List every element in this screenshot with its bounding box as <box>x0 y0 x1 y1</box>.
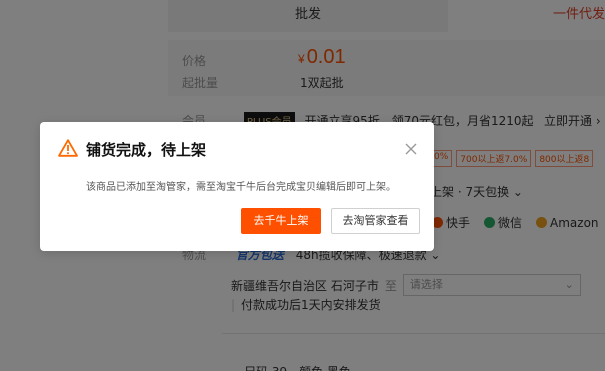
close-icon[interactable] <box>404 142 418 156</box>
warning-icon <box>58 139 78 157</box>
dialog-message: 该商品已添加至淘管家，需至淘宝千牛后台完成宝贝编辑后即可上架。 <box>86 182 396 193</box>
dialog-title: 铺货完成，待上架 <box>86 141 207 159</box>
go-qianniu-list-button[interactable]: 去千牛上架 <box>241 208 321 234</box>
view-in-taoguanjia-button[interactable]: 去淘管家查看 <box>331 208 420 234</box>
listing-complete-dialog: 铺货完成，待上架 该商品已添加至淘管家，需至淘宝千牛后台完成宝贝编辑后即可上架。… <box>40 122 434 251</box>
